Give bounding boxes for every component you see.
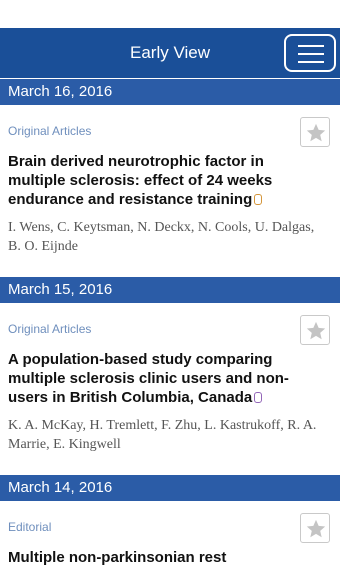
article-title[interactable]: Brain derived neurotrophic factor in mul… xyxy=(8,152,308,209)
article-title-text: A population-based study comparing multi… xyxy=(8,351,289,406)
status-bar-area xyxy=(0,0,340,28)
article-authors: I. Wens, C. Keytsman, N. Deckx, N. Cools… xyxy=(8,220,315,254)
article-title[interactable]: A population-based study comparing multi… xyxy=(8,350,308,407)
favorite-button[interactable] xyxy=(300,513,330,543)
article-title[interactable]: Multiple non-parkinsonian rest xyxy=(8,548,308,567)
menu-button[interactable] xyxy=(284,34,336,72)
hamburger-menu-icon-line xyxy=(298,61,324,63)
hamburger-menu-icon xyxy=(298,45,324,47)
open-access-lock-icon xyxy=(254,194,263,205)
favorite-button[interactable] xyxy=(300,315,330,345)
article-category: Original Articles xyxy=(8,124,92,138)
star-icon xyxy=(306,123,326,142)
star-icon xyxy=(306,519,326,538)
date-header: March 14, 2016 xyxy=(0,475,340,501)
hamburger-menu-icon-line xyxy=(298,53,324,55)
access-lock-icon xyxy=(254,392,263,403)
article-title-text: Brain derived neurotrophic factor in mul… xyxy=(8,153,273,208)
star-icon xyxy=(306,321,326,340)
app-bar: Early View xyxy=(0,28,340,78)
favorite-button[interactable] xyxy=(300,117,330,147)
article-authors: K. A. McKay, H. Tremlett, F. Zhu, L. Kas… xyxy=(8,418,317,452)
article-title-text: Multiple non-parkinsonian rest xyxy=(8,549,227,566)
article-category: Original Articles xyxy=(8,322,92,336)
date-header: March 15, 2016 xyxy=(0,277,340,303)
date-header: March 16, 2016 xyxy=(0,79,340,105)
article-category: Editorial xyxy=(8,520,52,534)
